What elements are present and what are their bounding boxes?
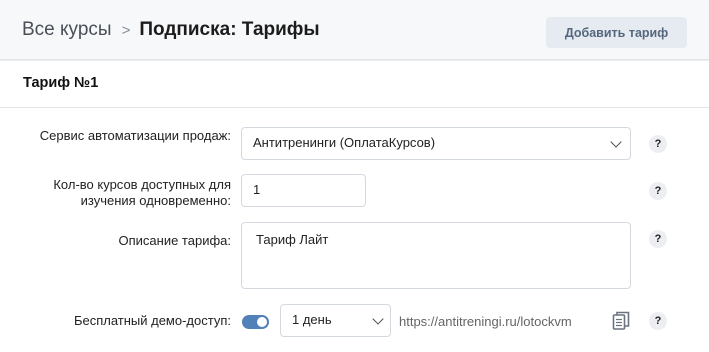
page-title: Подписка: Тарифы xyxy=(139,19,320,40)
chevron-down-icon xyxy=(372,313,384,325)
demo-duration-select[interactable]: 1 день xyxy=(280,304,391,337)
description-value: Тариф Лайт xyxy=(256,232,329,247)
demo-label: Бесплатный демо-доступ: xyxy=(73,313,231,328)
page-header: Все курсы > Подписка: Тарифы Добавить та… xyxy=(0,0,709,60)
service-select-value: Антитренинги (ОплатаКурсов) xyxy=(253,135,436,150)
courses-count-input[interactable]: 1 xyxy=(241,174,366,207)
breadcrumb-separator: > xyxy=(121,21,131,39)
courses-count-label: Кол-во курсов доступных для изучения одн… xyxy=(53,177,231,208)
demo-link[interactable]: https://antitreningi.ru/lotockvm xyxy=(399,314,572,329)
service-select[interactable]: Антитренинги (ОплатаКурсов) xyxy=(241,127,631,160)
courses-count-value: 1 xyxy=(253,182,261,197)
description-label: Описание тарифа: xyxy=(118,233,232,248)
description-textarea[interactable]: Тариф Лайт xyxy=(241,222,631,289)
help-icon[interactable]: ? xyxy=(649,135,667,153)
demo-duration-value: 1 день xyxy=(292,312,332,327)
toggle-knob xyxy=(257,317,267,327)
breadcrumb: Все курсы > Подписка: Тарифы xyxy=(22,19,320,41)
chevron-down-icon xyxy=(610,136,622,148)
copy-icon[interactable] xyxy=(612,311,630,331)
help-icon[interactable]: ? xyxy=(649,230,667,248)
demo-toggle[interactable] xyxy=(242,315,269,329)
breadcrumb-all-courses[interactable]: Все курсы xyxy=(22,19,112,41)
tariff-title: Тариф №1 xyxy=(23,75,99,91)
service-label: Сервис автоматизации продаж: xyxy=(39,128,231,143)
tariff-card: Тариф №1 Сервис автоматизации продаж: Ан… xyxy=(0,61,709,352)
help-icon[interactable]: ? xyxy=(649,312,667,330)
help-icon[interactable]: ? xyxy=(649,182,667,200)
divider xyxy=(0,107,709,108)
add-tariff-button[interactable]: Добавить тариф xyxy=(546,17,687,48)
